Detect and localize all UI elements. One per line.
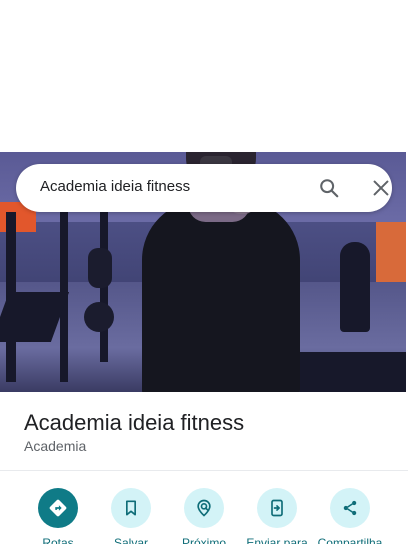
share-icon [330, 488, 370, 528]
send-to-phone-button[interactable]: Enviar para [237, 488, 317, 544]
divider [0, 470, 408, 471]
place-title: Academia ideia fitness [24, 410, 245, 435]
nearby-label: Próximo [181, 536, 226, 544]
photo-plate [88, 248, 112, 288]
share-label: Compartilha [317, 536, 383, 544]
share-button[interactable]: Compartilha [310, 488, 390, 544]
save-label: Salvar [113, 536, 148, 544]
place-page: Academia ideia fitness Academia ideia fi… [0, 0, 408, 544]
nearby-icon [184, 488, 224, 528]
photo-machine [340, 242, 370, 332]
search-input[interactable]: Academia ideia fitness [40, 178, 190, 195]
place-info: Academia ideia fitness Academia Rotas Sa… [0, 392, 408, 544]
search-icon[interactable] [318, 177, 340, 199]
photo-person [142, 200, 300, 392]
action-bar: Rotas Salvar Próximo Enviar para Compart… [0, 488, 408, 544]
directions-icon [38, 488, 78, 528]
send-to-phone-icon [257, 488, 297, 528]
directions-label: Rotas [42, 536, 74, 544]
search-bar[interactable]: Academia ideia fitness [16, 164, 392, 212]
close-icon[interactable] [370, 177, 392, 199]
photo-plate [84, 302, 114, 332]
photo-bench [300, 352, 406, 392]
directions-button[interactable]: Rotas [18, 488, 98, 544]
bookmark-icon [111, 488, 151, 528]
photo-wall-right [376, 222, 406, 282]
send-to-phone-label: Enviar para [246, 536, 308, 544]
place-category[interactable]: Academia [24, 438, 86, 454]
nearby-button[interactable]: Próximo [164, 488, 244, 544]
save-button[interactable]: Salvar [91, 488, 171, 544]
